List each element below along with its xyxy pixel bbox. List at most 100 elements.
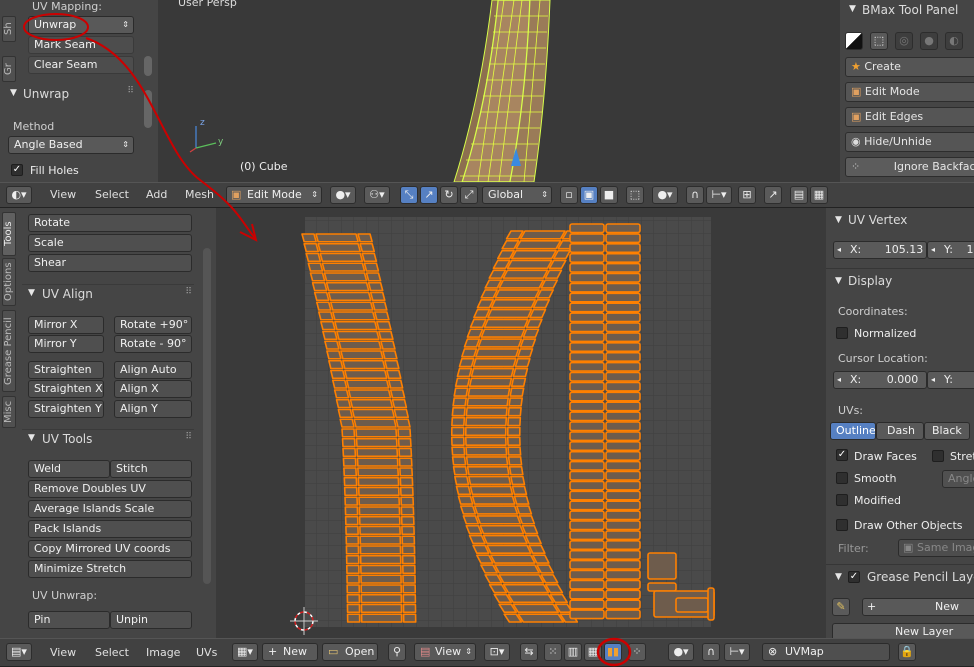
editor-type-icon[interactable]: ▤▾ [6, 643, 32, 661]
tab-tools[interactable]: Tools [2, 212, 16, 256]
grease-pencil-checkbox[interactable]: ✓ [848, 571, 860, 583]
bmax-item-edit-mode[interactable]: ▣ Edit Mode [845, 82, 974, 102]
mirror-x-button[interactable]: Mirror X [28, 316, 104, 334]
menu-mesh[interactable]: Mesh [185, 183, 214, 207]
opengl-render-icon[interactable]: ↗ [764, 186, 782, 204]
menu-view[interactable]: View [50, 641, 76, 665]
menu-select[interactable]: Select [95, 641, 129, 665]
mirror-y-button[interactable]: Mirror Y [28, 335, 104, 353]
drag-handle-icon[interactable]: ⠿ [185, 287, 192, 297]
tab-misc[interactable]: Misc [2, 396, 16, 428]
face-select-icon[interactable]: ▦ [584, 643, 602, 661]
pivot-icon[interactable]: ⊡▾ [484, 643, 510, 661]
straighten-x-button[interactable]: Straighten X [28, 380, 104, 398]
straighten-y-button[interactable]: Straighten Y [28, 400, 104, 418]
sync-selection-icon[interactable]: ⇆ [520, 643, 538, 661]
edge-select-icon[interactable]: ▣ [580, 186, 598, 204]
remove-doubles-button[interactable]: Remove Doubles UV [28, 480, 192, 498]
snap-icon[interactable]: ∩ [702, 643, 720, 661]
limit-selection-icon[interactable]: ⬚ [626, 186, 644, 204]
open-image-button[interactable]: ▭ Open [322, 643, 378, 661]
stitch-button[interactable]: Stitch [110, 460, 192, 478]
pencil-icon[interactable]: ✎ [832, 598, 850, 616]
island-select-icon[interactable]: ▮▮ [604, 643, 622, 661]
menu-image[interactable]: Image [146, 641, 180, 665]
black-white-icon[interactable] [845, 32, 863, 50]
unwrap-button[interactable]: Unwrap ⇕ [28, 16, 134, 34]
menu-add[interactable]: Add [146, 183, 167, 207]
clear-seam-button[interactable]: Clear Seam [28, 56, 134, 74]
align-x-button[interactable]: Align X [114, 380, 192, 398]
snap-element-icon[interactable]: ⊢▾ [706, 186, 732, 204]
menu-uvs[interactable]: UVs [196, 641, 217, 665]
minimize-stretch-button[interactable]: Minimize Stretch [28, 560, 192, 578]
scale-icon[interactable]: ⤢ [460, 186, 478, 204]
snap-element-icon[interactable]: ⊢▾ [724, 643, 750, 661]
uv-tools-header[interactable]: ▼ UV Tools ⠿ [22, 429, 194, 447]
proportional-icon[interactable]: ●▾ [652, 186, 678, 204]
menu-view[interactable]: View [50, 183, 76, 207]
sphere-icon[interactable]: ● [920, 32, 938, 50]
camera-render-icon[interactable]: ▤ [790, 186, 808, 204]
proportional-icon[interactable]: ●▾ [668, 643, 694, 661]
rotate-button[interactable]: Rotate [28, 214, 192, 232]
snap-target-icon[interactable]: ⊞ [738, 186, 756, 204]
viewport-3d[interactable]: User Persp z y (0) Cube [158, 0, 840, 182]
select-box-icon[interactable]: ⬚ [870, 32, 888, 50]
rotate-minus-90-button[interactable]: Rotate - 90° [114, 335, 192, 353]
sphere-solid-icon[interactable]: ◐ [945, 32, 963, 50]
pivot-icon[interactable]: ⚇▾ [364, 186, 390, 204]
uv-align-header[interactable]: ▼ UV Align ⠿ [22, 284, 194, 302]
uv-editor-canvas[interactable] [216, 208, 826, 638]
bmax-item-create[interactable]: ★ Create [845, 57, 974, 77]
uv-mode-outline[interactable]: Outline [830, 422, 876, 440]
draw-faces-checkbox[interactable]: ✓ [836, 449, 848, 461]
pin-button[interactable]: Pin [28, 611, 110, 629]
manipulator-icon[interactable]: ⤡ [400, 186, 418, 204]
uv-mode-black[interactable]: Black [924, 422, 970, 440]
shading-icon[interactable]: ●▾ [330, 186, 356, 204]
sphere-grid-icon[interactable]: ◎ [895, 32, 913, 50]
mark-seam-button[interactable]: Mark Seam [28, 36, 134, 54]
straighten-button[interactable]: Straighten [28, 361, 104, 379]
scrollbar[interactable] [203, 248, 211, 584]
draw-other-objects-checkbox[interactable] [836, 519, 848, 531]
align-y-button[interactable]: Align Y [114, 400, 192, 418]
image-browse-icon[interactable]: ▦▾ [232, 643, 258, 661]
align-auto-button[interactable]: Align Auto [114, 361, 192, 379]
pin-icon[interactable]: ⚲ [388, 643, 406, 661]
lock-icon[interactable]: 🔒 [898, 643, 916, 661]
scale-button[interactable]: Scale [28, 234, 192, 252]
normalized-checkbox[interactable] [836, 327, 848, 339]
rotate-plus-90-button[interactable]: Rotate +90° [114, 316, 192, 334]
snap-icon[interactable]: ∩ [686, 186, 704, 204]
edge-select-icon[interactable]: ▥ [564, 643, 582, 661]
unwrap-section-header[interactable]: ▼ Unwrap ⠿ [6, 86, 138, 104]
face-select-icon[interactable]: ■ [600, 186, 618, 204]
editor-type-icon[interactable]: ◐▾ [6, 186, 32, 204]
vertex-select-icon[interactable]: ▫ [560, 186, 578, 204]
bmax-item-hide-unhide[interactable]: ◉ Hide/Unhide [845, 132, 974, 152]
vertex-select-icon[interactable]: ⁙ [544, 643, 562, 661]
average-islands-button[interactable]: Average Islands Scale [28, 500, 192, 518]
sticky-select-icon[interactable]: ⁘ [628, 643, 646, 661]
cursor-y-field[interactable]: ◂Y: 0 [927, 371, 974, 389]
mode-dropdown[interactable]: ▣ Edit Mode ⇕ [226, 186, 322, 204]
view-mode-dropdown[interactable]: ▤ View ⇕ [414, 643, 476, 661]
modified-checkbox[interactable] [836, 494, 848, 506]
bmax-item-ignore-backfacing[interactable]: ⁘ Ignore Backfacing [845, 157, 974, 177]
stretch-checkbox[interactable] [932, 450, 944, 462]
scrollbar[interactable] [144, 90, 152, 128]
drag-handle-icon[interactable]: ⠿ [127, 86, 134, 96]
pack-islands-button[interactable]: Pack Islands [28, 520, 192, 538]
uv-mode-dash[interactable]: Dash [876, 422, 924, 440]
method-dropdown[interactable]: Angle Based ⇕ [8, 136, 134, 154]
uv-x-field[interactable]: ◂ X: 105.13 [833, 241, 927, 259]
scrollbar[interactable] [144, 56, 152, 76]
tab-grease-pencil[interactable]: Grease Pencil [2, 310, 16, 392]
clapper-icon[interactable]: ▦ [810, 186, 828, 204]
fill-holes-checkbox[interactable]: ✓ [11, 164, 23, 176]
menu-select[interactable]: Select [95, 183, 129, 207]
new-image-button[interactable]: + New [262, 643, 318, 661]
orientation-dropdown[interactable]: Global ⇕ [482, 186, 552, 204]
